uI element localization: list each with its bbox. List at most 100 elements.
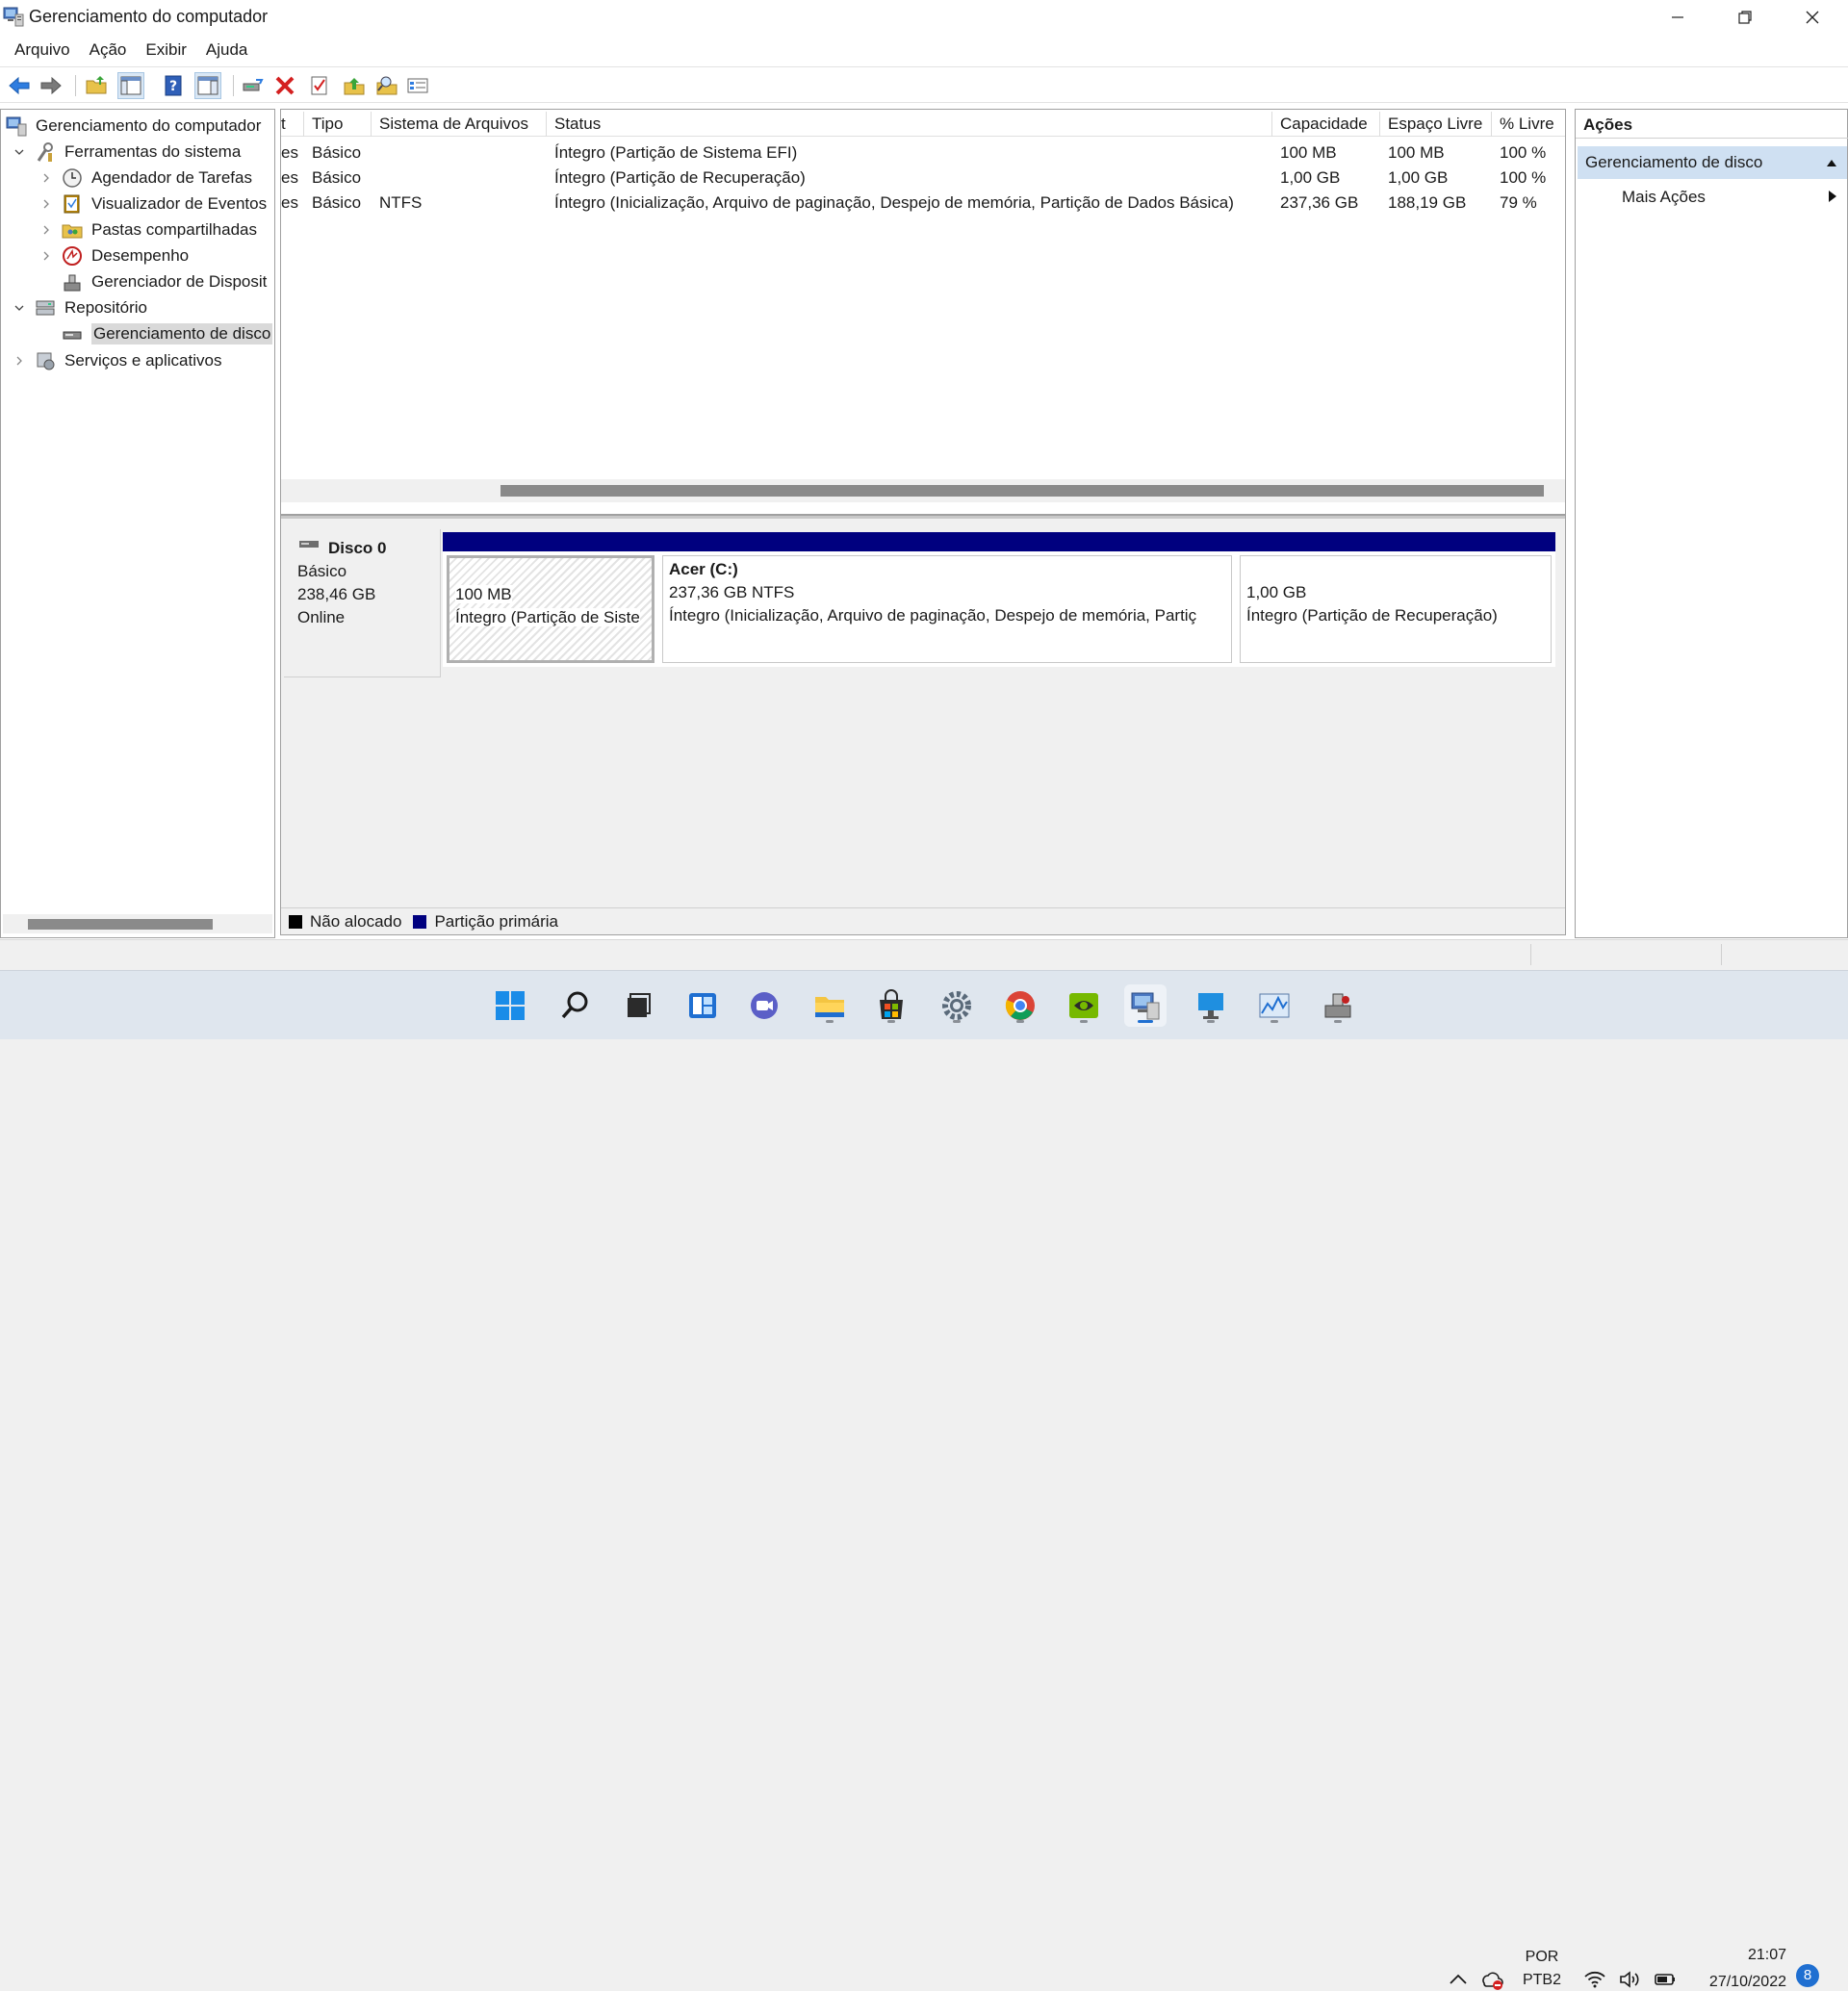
table-row[interactable]: es Básico NTFS Íntegro (Inicialização, A… bbox=[281, 191, 1565, 216]
cell-free-space: 1,00 GB bbox=[1388, 168, 1449, 187]
input-language[interactable]: POR bbox=[1519, 1949, 1565, 1966]
clock-date[interactable]: 27/10/2022 bbox=[1686, 1974, 1786, 1991]
scrollbar-thumb[interactable] bbox=[28, 919, 213, 930]
clock-icon bbox=[61, 166, 84, 190]
tree-label-disk-management: Gerenciamento de disco bbox=[91, 323, 273, 345]
menu-ajuda[interactable]: Ajuda bbox=[196, 37, 257, 65]
up-folder-icon[interactable] bbox=[83, 72, 110, 99]
chevron-right-icon[interactable] bbox=[39, 171, 53, 185]
start-icon[interactable] bbox=[489, 984, 531, 1027]
cell-percent-free: 100 % bbox=[1500, 168, 1547, 187]
menu-exibir[interactable]: Exibir bbox=[136, 37, 196, 65]
column-header-free-space[interactable]: Espaço Livre bbox=[1380, 112, 1492, 137]
widgets-icon[interactable] bbox=[681, 984, 724, 1027]
taskbar: POR PTB2 21:07 27/10/2022 8 bbox=[0, 970, 1848, 1990]
action-pane-icon[interactable] bbox=[194, 72, 221, 99]
partition-efi[interactable]: 100 MB Íntegro (Partição de Siste bbox=[443, 532, 658, 667]
partition-status: Íntegro (Inicialização, Arquivo de pagin… bbox=[669, 606, 1197, 625]
performance-monitor-icon[interactable] bbox=[1253, 984, 1296, 1027]
onedrive-icon[interactable] bbox=[1480, 1968, 1503, 1991]
chevron-down-icon[interactable] bbox=[13, 301, 26, 315]
partition-recovery[interactable]: 1,00 GB Íntegro (Partição de Recuperação… bbox=[1236, 532, 1555, 667]
computer-management-icon bbox=[5, 115, 28, 138]
performance-icon bbox=[61, 244, 84, 268]
running-indicator bbox=[1334, 1020, 1342, 1023]
settings-icon[interactable] bbox=[936, 984, 978, 1027]
export-list-icon[interactable] bbox=[341, 72, 368, 99]
properties-icon[interactable] bbox=[306, 72, 333, 99]
more-actions-link[interactable]: Mais Ações bbox=[1622, 188, 1706, 207]
tree-item-device-manager[interactable]: Gerenciador de Disposit bbox=[39, 269, 267, 294]
chevron-down-icon[interactable] bbox=[13, 145, 26, 159]
table-row[interactable]: es Básico Íntegro (Partição de Sistema E… bbox=[281, 140, 1565, 166]
collapse-icon[interactable] bbox=[1826, 158, 1837, 167]
column-header-type[interactable]: Tipo bbox=[304, 112, 372, 137]
chat-icon[interactable] bbox=[743, 984, 785, 1027]
table-row[interactable]: es Básico Íntegro (Partição de Recuperaç… bbox=[281, 166, 1565, 191]
forward-icon[interactable] bbox=[38, 72, 64, 99]
list-view-icon[interactable] bbox=[404, 72, 431, 99]
tree-item-storage[interactable]: Repositório bbox=[13, 295, 147, 320]
remote-desktop-icon[interactable] bbox=[1190, 984, 1232, 1027]
disk-0-label[interactable]: Disco 0 Básico 238,46 GB Online bbox=[284, 529, 441, 677]
column-header-capacity[interactable]: Capacidade bbox=[1272, 112, 1380, 137]
tree-label-storage: Repositório bbox=[64, 298, 147, 317]
volume-list-horizontal-scrollbar[interactable] bbox=[281, 479, 1565, 502]
tree-horizontal-scrollbar[interactable] bbox=[3, 914, 272, 933]
file-explorer-icon[interactable] bbox=[808, 984, 851, 1027]
menu-acao[interactable]: Ação bbox=[80, 37, 137, 65]
delete-icon[interactable] bbox=[271, 72, 298, 99]
chevron-right-icon[interactable] bbox=[39, 223, 53, 237]
tree-item-system-tools[interactable]: Ferramentas do sistema bbox=[13, 140, 241, 165]
column-header-filesystem[interactable]: Sistema de Arquivos bbox=[372, 112, 547, 137]
chevron-right-icon[interactable] bbox=[39, 249, 53, 263]
scrollbar-thumb[interactable] bbox=[500, 485, 1544, 497]
connect-drive-icon[interactable] bbox=[239, 72, 266, 99]
tree-item-shared-folders[interactable]: Pastas compartilhadas bbox=[39, 217, 257, 242]
minimize-button[interactable] bbox=[1644, 0, 1711, 35]
console-tree-icon[interactable] bbox=[117, 72, 144, 99]
nvidia-icon[interactable] bbox=[1063, 984, 1105, 1027]
search-icon[interactable] bbox=[554, 984, 597, 1027]
keyboard-layout[interactable]: PTB2 bbox=[1519, 1972, 1565, 1989]
tree-item-task-scheduler[interactable]: Agendador de Tarefas bbox=[39, 166, 252, 191]
column-header-layout[interactable]: t bbox=[281, 112, 304, 137]
cell-percent-free: 100 % bbox=[1500, 143, 1547, 162]
tree-item-root[interactable]: Gerenciamento do computador bbox=[5, 114, 261, 139]
chevron-right-icon[interactable] bbox=[39, 197, 53, 211]
chrome-icon[interactable] bbox=[999, 984, 1041, 1027]
computer-management-taskbar-icon[interactable] bbox=[1124, 984, 1167, 1027]
cell-type: Básico bbox=[312, 143, 362, 162]
device-manager-taskbar-icon[interactable] bbox=[1317, 984, 1359, 1027]
volume-icon[interactable] bbox=[1618, 1968, 1641, 1991]
shared-folder-icon bbox=[61, 218, 84, 242]
notification-badge[interactable]: 8 bbox=[1796, 1964, 1819, 1987]
chevron-right-icon[interactable] bbox=[13, 354, 26, 368]
splitter[interactable] bbox=[281, 516, 1565, 519]
tree-item-services[interactable]: Serviços e aplicativos bbox=[13, 348, 221, 373]
show-hidden-icons-icon[interactable] bbox=[1447, 1968, 1470, 1991]
back-icon[interactable] bbox=[6, 72, 33, 99]
menu-arquivo[interactable]: Arquivo bbox=[5, 37, 80, 65]
partition-c[interactable]: Acer (C:) 237,36 GB NTFS Íntegro (Inicia… bbox=[658, 532, 1236, 667]
restore-button[interactable] bbox=[1711, 0, 1779, 35]
tree-item-performance[interactable]: Desempenho bbox=[39, 243, 189, 268]
tree-item-disk-management[interactable]: Gerenciamento de disco bbox=[39, 321, 273, 346]
partition-size: 237,36 GB NTFS bbox=[669, 583, 795, 601]
help-icon[interactable]: ? bbox=[160, 72, 187, 99]
tree-item-event-viewer[interactable]: Visualizador de Eventos bbox=[39, 191, 267, 217]
running-indicator bbox=[1207, 1020, 1215, 1023]
store-icon[interactable] bbox=[870, 984, 912, 1027]
battery-icon[interactable] bbox=[1654, 1968, 1677, 1991]
submenu-arrow-icon[interactable] bbox=[1828, 190, 1837, 203]
clock-time[interactable]: 21:07 bbox=[1694, 1947, 1786, 1964]
legend: Não alocado Partição primária bbox=[281, 907, 1565, 934]
column-header-status[interactable]: Status bbox=[547, 112, 1272, 137]
column-header-percent-free[interactable]: % Livre bbox=[1492, 112, 1565, 137]
close-button[interactable] bbox=[1779, 0, 1846, 35]
task-view-icon[interactable] bbox=[616, 984, 658, 1027]
wifi-icon[interactable] bbox=[1583, 1968, 1606, 1991]
search-folder-icon[interactable] bbox=[373, 72, 400, 99]
partition-status: Íntegro (Partição de Siste bbox=[455, 608, 640, 627]
actions-section-disk-management[interactable]: Gerenciamento de disco bbox=[1578, 146, 1847, 179]
